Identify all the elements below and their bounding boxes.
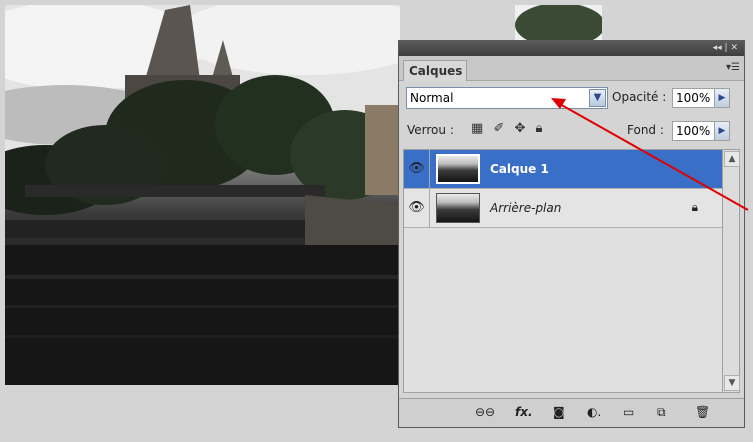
annotation-arrow	[551, 98, 749, 211]
annotation-arrow-line	[557, 102, 749, 211]
